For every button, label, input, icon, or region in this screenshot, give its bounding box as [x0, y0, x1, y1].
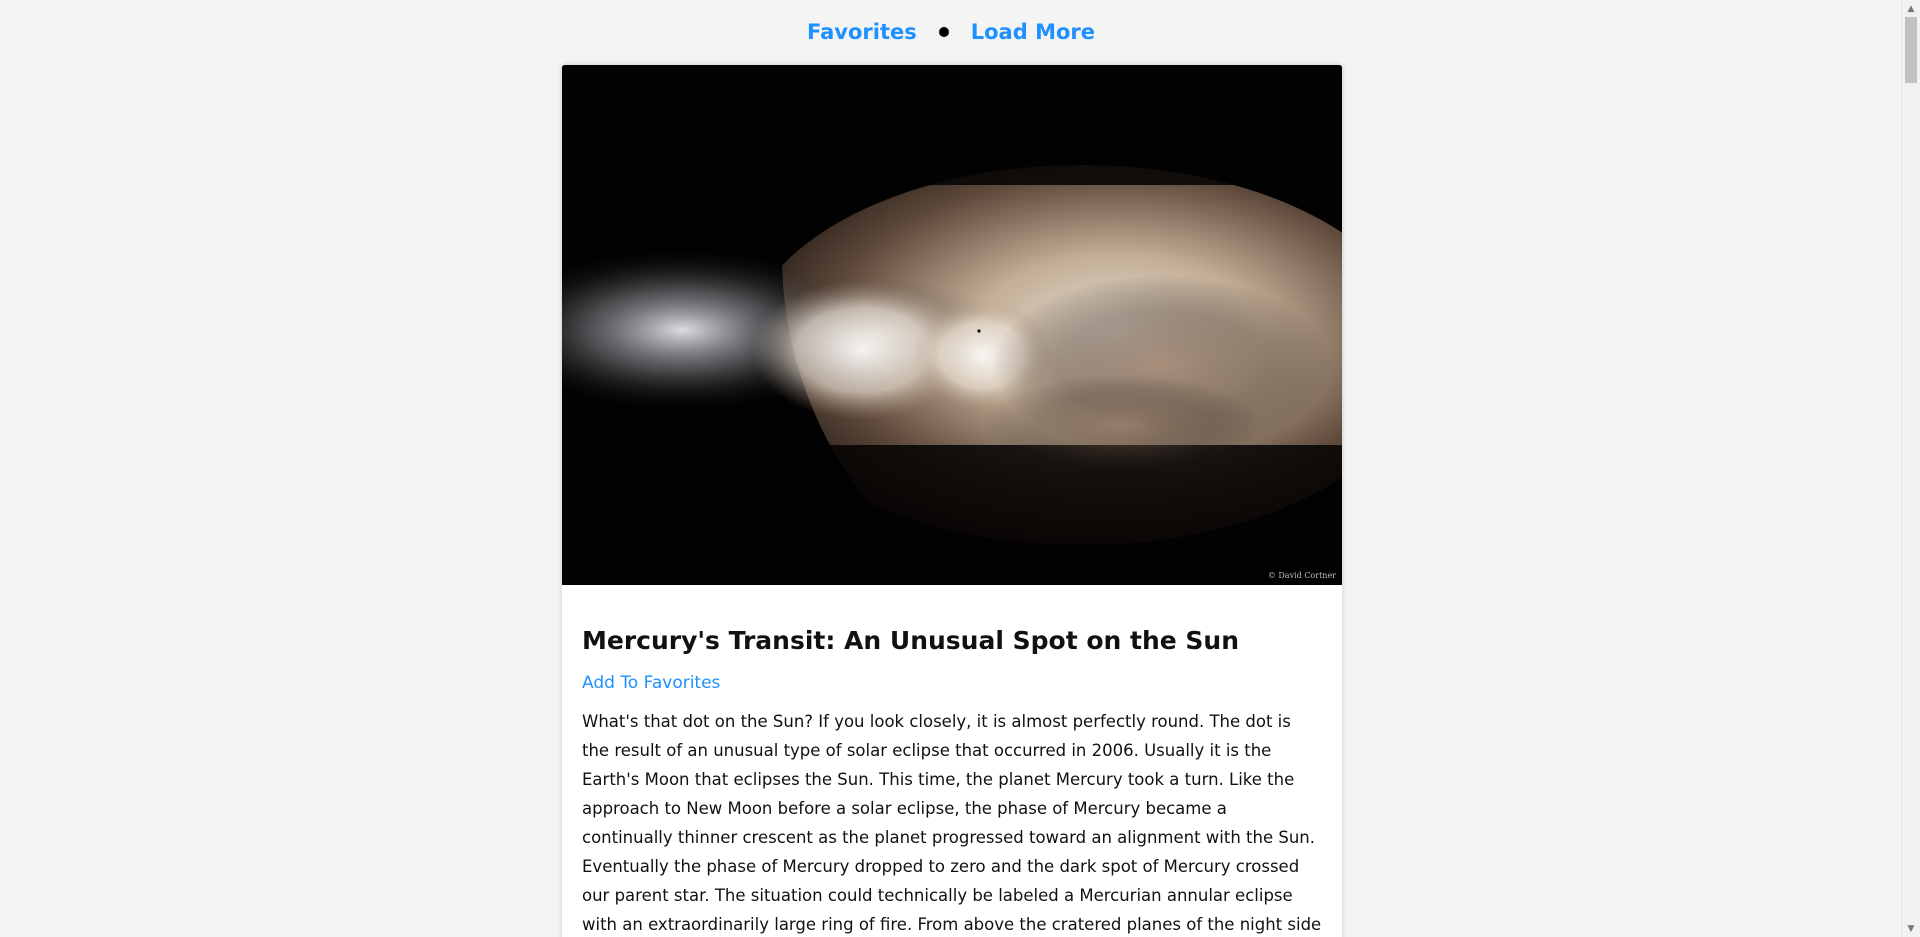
favorites-link[interactable]: Favorites	[807, 20, 917, 44]
top-nav: Favorites Load More	[0, 20, 1902, 44]
nav-separator-dot	[938, 27, 949, 37]
vertical-scrollbar[interactable]: ▲ ▼	[1901, 0, 1920, 937]
scroll-thumb[interactable]	[1905, 17, 1917, 83]
scroll-down-arrow-icon[interactable]: ▼	[1902, 920, 1920, 937]
scroll-up-arrow-icon[interactable]: ▲	[1902, 0, 1920, 17]
article-card: © David Cortner Mercury's Transit: An Un…	[562, 65, 1342, 937]
page: Favorites Load More © David Cortner Merc…	[0, 0, 1920, 937]
load-more-link[interactable]: Load More	[971, 20, 1095, 44]
article-description: What's that dot on the Sun? If you look …	[582, 711, 1322, 934]
article-photo: © David Cortner	[562, 65, 1342, 585]
add-to-favorites-link[interactable]: Add To Favorites	[582, 673, 720, 693]
article-content: Mercury's Transit: An Unusual Spot on th…	[562, 585, 1342, 937]
article-title: Mercury's Transit: An Unusual Spot on th…	[582, 626, 1240, 655]
photo-credit: © David Cortner	[1267, 571, 1336, 580]
sun-transit-image	[562, 65, 1342, 585]
